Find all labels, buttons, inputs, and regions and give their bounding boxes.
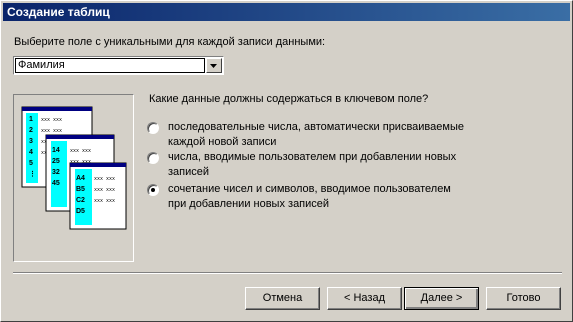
radio-numbers-and-letters[interactable] (147, 184, 159, 196)
sheet3-cell: xxx xxx (94, 198, 115, 204)
next-button[interactable]: Далее > (404, 287, 479, 310)
key-field-value: Фамилия (15, 58, 205, 73)
sheet1-cell: xxx xxx (41, 117, 62, 123)
sheet3-cell: xxx xxx (94, 187, 115, 193)
sheet3-cell: xxx xxx (94, 176, 115, 182)
finish-button[interactable]: Готово (486, 287, 561, 310)
datasheet-3: A4 B5 C2 D5 xxx xxx xxx xxx xxx xxx (69, 162, 127, 230)
dialog-title: Создание таблиц (3, 3, 570, 21)
key-type-illustration: 1 2 3 4 5 ⋮ xxx xxx xxx xxx xxx xxx xxx … (13, 94, 134, 262)
table-wizard-dialog: Создание таблиц Выберите поле с уникальн… (0, 0, 573, 322)
option-autonumber-label[interactable]: последовательные числа, автоматически пр… (168, 120, 468, 150)
sheet1-key-5: 5 (29, 160, 33, 167)
option-autonumber[interactable]: последовательные числа, автоматически пр… (147, 120, 468, 150)
sheet1-cell: xxx xxx (41, 128, 62, 134)
sheet3-key-4: D5 (76, 208, 85, 215)
sheet2-key-1: 14 (52, 147, 60, 154)
sheet3-key-2: B5 (76, 186, 85, 193)
sheet2-key-3: 32 (52, 169, 60, 176)
sheet1-key-more: ⋮ (29, 170, 36, 178)
key-field-select[interactable]: Фамилия (13, 56, 224, 75)
cancel-button[interactable]: Отмена (245, 287, 320, 310)
sheet1-key-3: 3 (29, 138, 33, 145)
field-prompt-label: Выберите поле с уникальными для каждой з… (14, 36, 326, 48)
radio-user-numbers[interactable] (147, 152, 159, 164)
sheet1-key-2: 2 (29, 127, 33, 134)
sheet3-key-1: A4 (76, 175, 85, 182)
option-numbers-and-letters-label[interactable]: сочетание чисел и символов, вводимое пол… (168, 182, 468, 212)
option-numbers-and-letters[interactable]: сочетание чисел и символов, вводимое пол… (147, 182, 468, 212)
back-button[interactable]: < Назад (327, 287, 402, 310)
sheet2-key-4: 45 (52, 180, 60, 187)
option-user-numbers[interactable]: числа, вводимые пользователем при добавл… (147, 150, 468, 180)
datasheet-illustration: 1 2 3 4 5 ⋮ xxx xxx xxx xxx xxx xxx xxx … (21, 106, 127, 230)
dropdown-button[interactable] (206, 58, 222, 73)
chevron-down-icon (210, 64, 217, 68)
sheet1-key-1: 1 (29, 116, 33, 123)
sheet3-key-3: C2 (76, 197, 85, 204)
button-separator (13, 272, 562, 274)
radio-autonumber[interactable] (147, 122, 159, 134)
sheet2-cell: xxx xxx (70, 148, 91, 154)
key-type-question: Какие данные должны содержаться в ключев… (149, 93, 429, 105)
sheet1-key-4: 4 (29, 149, 33, 156)
sheet2-key-2: 25 (52, 158, 60, 165)
option-user-numbers-label[interactable]: числа, вводимые пользователем при добавл… (168, 150, 468, 180)
